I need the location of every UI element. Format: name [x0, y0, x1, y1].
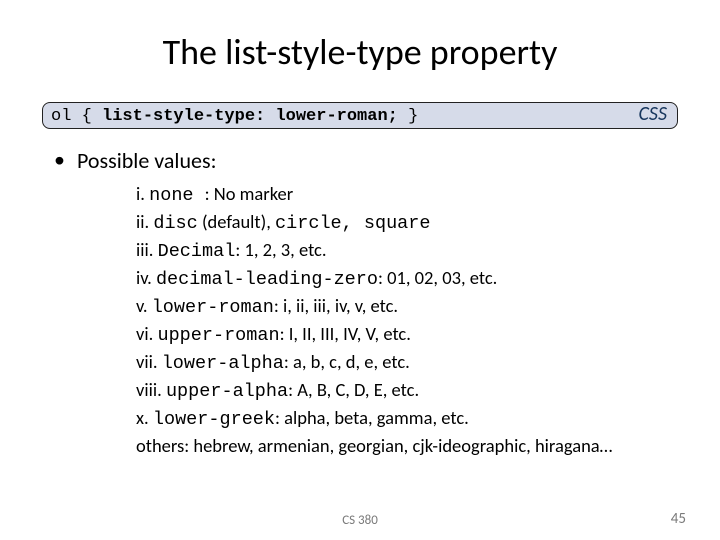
list-rest: (default), [198, 210, 275, 233]
list-marker: iii. [136, 238, 158, 261]
list-item: ii. disc (default), circle, square [136, 210, 680, 237]
list-item: iii. Decimal: 1, 2, 3, etc. [136, 238, 680, 265]
list-marker: i. [136, 182, 149, 205]
list-item: vi. upper-roman: I, II, III, IV, V, etc. [136, 322, 680, 349]
list-item: vii. lower-alpha: a, b, c, d, e, etc. [136, 350, 680, 377]
list-item: v. lower-roman: i, ii, iii, iv, v, etc. [136, 294, 680, 321]
footer-course: CS 380 [0, 513, 720, 528]
list-rest: : i, ii, iii, iv, v, etc. [274, 294, 398, 317]
bullet-text: Possible values: [77, 147, 217, 174]
list-rest: : No marker [205, 182, 294, 205]
list-mono: upper-alpha [166, 381, 288, 402]
list-mono: disc [153, 213, 197, 234]
list-mono: lower-greek [153, 409, 275, 430]
list-mono: decimal-leading-zero [156, 269, 378, 290]
list-rest: : 01, 02, 03, etc. [378, 266, 497, 289]
list-marker: iv. [136, 266, 156, 289]
list-mono: circle, square [275, 213, 430, 234]
list-rest: : I, II, III, IV, V, etc. [280, 322, 411, 345]
code-line: ol { list-style-type: lower-roman; } [51, 107, 669, 126]
code-suffix: } [398, 107, 418, 126]
list-mono: lower-roman [152, 297, 274, 318]
code-prefix: ol { [51, 107, 102, 126]
list-rest: : A, B, C, D, E, etc. [288, 378, 419, 401]
list-item: viii. upper-alpha: A, B, C, D, E, etc. [136, 378, 680, 405]
bullet-dot: • [54, 147, 65, 173]
list-item: iv. decimal-leading-zero: 01, 02, 03, et… [136, 266, 680, 293]
code-box: ol { list-style-type: lower-roman; } CSS [42, 102, 678, 129]
list-marker: vii. [136, 350, 162, 373]
footer-page: 45 [671, 510, 686, 528]
list-item: x. lower-greek: alpha, beta, gamma, etc. [136, 406, 680, 433]
list-item: i. none : No marker [136, 182, 680, 209]
list-mono: Decimal [158, 241, 236, 262]
list-mono: none [149, 185, 205, 206]
code-bold: list-style-type: lower-roman; [102, 107, 398, 126]
list-marker: vi. [136, 322, 157, 345]
list-marker: x. [136, 406, 153, 429]
list-others: others: hebrew, armenian, georgian, cjk-… [136, 434, 612, 457]
list-item: others: hebrew, armenian, georgian, cjk-… [136, 434, 680, 459]
list-marker: v. [136, 294, 152, 317]
values-list: i. none : No marker ii. disc (default), … [136, 182, 680, 459]
list-mono: lower-alpha [162, 353, 284, 374]
list-rest: : 1, 2, 3, etc. [235, 238, 326, 261]
slide-title: The list-style-type property [40, 30, 680, 74]
list-marker: viii. [136, 378, 166, 401]
list-mono: upper-roman [157, 325, 279, 346]
code-badge: CSS [638, 102, 667, 126]
list-marker: ii. [136, 210, 153, 233]
bullet-row: • Possible values: [54, 147, 680, 174]
list-rest: : a, b, c, d, e, etc. [284, 350, 410, 373]
list-rest: : alpha, beta, gamma, etc. [275, 406, 469, 429]
